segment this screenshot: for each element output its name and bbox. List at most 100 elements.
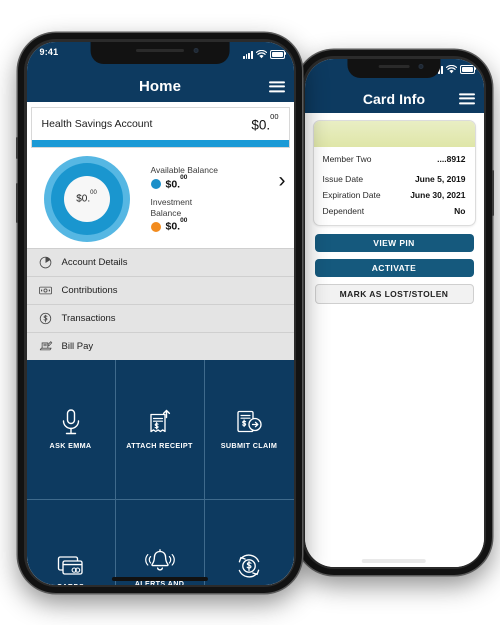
- legend-entry-investment: $0.00: [150, 217, 218, 233]
- tile-label: TRANSACTIONS: [218, 583, 279, 584]
- donut-center-label: $0.00: [63, 176, 110, 222]
- chevron-right-icon[interactable]: ›: [279, 170, 286, 191]
- menu-item-contributions[interactable]: Contributions: [26, 277, 294, 305]
- donut-chart-wrap: $0.00: [27, 156, 147, 242]
- card-info-key: Issue Date: [322, 173, 364, 184]
- tile-cards[interactable]: CARDS: [27, 499, 116, 585]
- card-info-key: Member Two: [322, 153, 372, 164]
- pie-chart-icon: [39, 256, 51, 269]
- tile-label: ASK EMMA: [49, 441, 92, 451]
- activate-button[interactable]: ACTIVATE: [314, 258, 474, 277]
- front-camera-icon: [193, 47, 199, 53]
- back-phone-glass: Card Info Member Two ....8912 Issue Date: [302, 56, 486, 569]
- battery-icon: [459, 64, 477, 74]
- back-nav-bar: Card Info: [304, 84, 484, 113]
- menu-item-transactions[interactable]: Transactions: [26, 305, 294, 333]
- back-phone-side-button: [491, 170, 494, 216]
- battery-icon: [269, 49, 287, 59]
- bell-icon: [144, 548, 175, 571]
- legend-entry-available: $0.00: [150, 174, 218, 191]
- tile-label: SUBMIT CLAIM: [220, 441, 278, 451]
- menu-item-label: Account Details: [61, 257, 128, 268]
- tile-alerts-and-messages[interactable]: ALERTS AND MESSAGES: [116, 499, 205, 585]
- microphone-icon: [62, 409, 79, 435]
- front-phone-device: 9:41 Home Health Savings Account $0.00 ›…: [15, 33, 302, 593]
- front-nav-bar: Home: [26, 71, 294, 102]
- tile-label: CARDS: [57, 582, 84, 584]
- back-phone-device: Card Info Member Two ....8912 Issue Date: [296, 50, 494, 575]
- legend-dot-icon: [150, 178, 161, 189]
- back-phone-screen: Card Info Member Two ....8912 Issue Date: [304, 58, 484, 567]
- card-info-row: Issue Date June 5, 2019: [314, 167, 475, 187]
- claim-document-arrow-icon: [237, 410, 262, 433]
- dollar-circle-icon: [39, 312, 51, 325]
- card-info-row: Expiration Date June 30, 2021: [314, 187, 475, 203]
- card-artwork-banner: [313, 120, 475, 147]
- card-info-row: Member Two ....8912: [314, 151, 475, 167]
- card-info-key: Dependent: [322, 205, 365, 216]
- tile-label: ALERTS AND MESSAGES: [134, 578, 185, 585]
- hamburger-menu-icon[interactable]: [268, 80, 285, 93]
- wifi-icon: [255, 49, 267, 58]
- card-info-key: Expiration Date: [322, 189, 381, 200]
- card-info-value: ....8912: [437, 153, 466, 164]
- card-info-body: Member Two ....8912 Issue Date June 5, 2…: [304, 112, 484, 567]
- earpiece-speaker: [378, 64, 410, 68]
- donut-center-amount: $0.00: [76, 190, 97, 205]
- status-clock: 9:41: [39, 46, 59, 57]
- back-notch: [347, 58, 441, 78]
- back-status-bar: [304, 58, 484, 85]
- tile-attach-receipt[interactable]: ATTACH RECEIPT: [115, 360, 205, 500]
- legend-label-investment: Investment Balance: [150, 197, 193, 218]
- chart-legend: Available Balance $0.00 Investment Balan…: [147, 165, 218, 233]
- tile-transactions[interactable]: TRANSACTIONS: [205, 500, 294, 585]
- screenshot-canvas: Card Info Member Two ....8912 Issue Date: [0, 0, 500, 625]
- mark-lost-stolen-button[interactable]: MARK AS LOST/STOLEN: [314, 283, 474, 304]
- front-camera-icon: [418, 64, 424, 69]
- page-title: Home: [138, 78, 182, 95]
- front-phone-volume-button: [15, 137, 18, 159]
- card-actions: VIEW PIN ACTIVATE MARK AS LOST/STOLEN: [305, 226, 484, 304]
- money-bill-icon: [38, 286, 52, 295]
- front-phone-glass: 9:41 Home Health Savings Account $0.00 ›…: [24, 39, 296, 587]
- account-menu-list: Account Details Contributions Transactio…: [26, 248, 294, 360]
- balance-donut-chart: $0.00: [43, 156, 130, 242]
- front-status-bar: 9:41: [26, 41, 294, 72]
- bill-pay-icon: [39, 341, 52, 351]
- wifi-icon: [445, 64, 457, 73]
- receipt-upload-icon: [149, 409, 170, 433]
- legend-amount-available: $0.00: [165, 174, 188, 191]
- credit-cards-icon: [57, 556, 83, 575]
- home-body: Health Savings Account $0.00 › $0.00 Ava…: [26, 101, 294, 585]
- view-pin-button[interactable]: VIEW PIN: [314, 233, 474, 252]
- hamburger-menu-icon[interactable]: [458, 92, 475, 105]
- card-info-value: No: [454, 205, 466, 216]
- tile-submit-claim[interactable]: SUBMIT CLAIM: [204, 360, 294, 500]
- earpiece-speaker: [136, 48, 184, 52]
- account-amount: $0.00: [251, 112, 279, 132]
- transactions-refresh-dollar-icon: [238, 554, 260, 578]
- front-notch: [90, 41, 230, 64]
- menu-item-account-details[interactable]: Account Details: [26, 249, 294, 277]
- account-summary-card[interactable]: Health Savings Account $0.00: [30, 106, 290, 148]
- card-info-value: June 30, 2021: [410, 189, 466, 200]
- menu-item-label: Contributions: [61, 285, 118, 296]
- front-phone-side-button: [15, 183, 18, 223]
- legend-amount-investment: $0.00: [165, 217, 188, 233]
- back-home-indicator[interactable]: [361, 559, 427, 563]
- front-home-indicator[interactable]: [111, 577, 209, 581]
- account-summary-row: Health Savings Account $0.00: [32, 108, 289, 141]
- menu-item-label: Transactions: [61, 313, 116, 324]
- tile-ask-emma[interactable]: ASK EMMA: [26, 360, 116, 500]
- quick-action-tiles: ASK EMMA ATTACH RECEIPT SUBMIT CLAIM ALE…: [26, 360, 294, 585]
- signal-bars-icon: [243, 51, 253, 59]
- balance-chart-area[interactable]: › $0.00 Available Balance $0.00 Investme…: [26, 148, 294, 248]
- front-phone-screen: 9:41 Home Health Savings Account $0.00 ›…: [26, 41, 294, 585]
- tile-label: ATTACH RECEIPT: [126, 441, 193, 451]
- menu-item-bill-pay[interactable]: Bill Pay: [27, 333, 294, 360]
- account-progress-bar: [31, 140, 289, 147]
- menu-item-label: Bill Pay: [61, 341, 94, 352]
- card-info-value: June 5, 2019: [414, 173, 466, 184]
- legend-dot-icon: [150, 221, 161, 232]
- account-name: Health Savings Account: [41, 118, 153, 131]
